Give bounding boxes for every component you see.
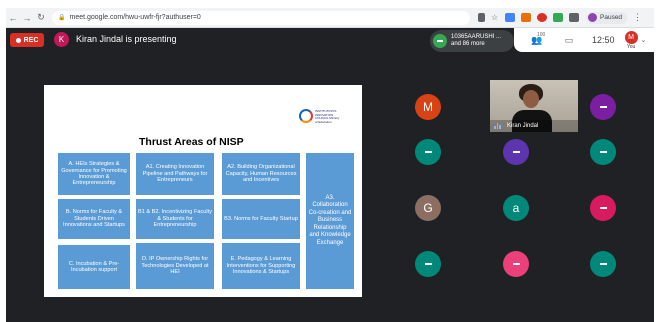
participant-avatar[interactable] xyxy=(590,195,616,221)
participant-avatar[interactable] xyxy=(590,251,616,277)
video-name-label: Kiran Jindal xyxy=(490,120,578,132)
forward-arrow-icon[interactable]: → xyxy=(20,13,34,23)
meet-top-bar: REC K Kiran Jindal is presenting 10365AA… xyxy=(6,28,654,52)
meet-area: REC K Kiran Jindal is presenting 10365AA… xyxy=(6,28,654,322)
rec-label: REC xyxy=(23,36,39,44)
recording-badge: REC xyxy=(10,33,44,47)
participant-avatar[interactable] xyxy=(590,94,616,120)
extension-icon[interactable] xyxy=(505,13,515,22)
self-avatar[interactable]: M You xyxy=(624,30,638,50)
participant-avatar xyxy=(433,34,447,48)
profile-paused-button[interactable]: Paused xyxy=(586,11,628,24)
logo-text: INSTITUTION'S INNOVATION COUNCIL Ministr… xyxy=(315,109,340,124)
participant-avatar[interactable]: G xyxy=(415,195,441,221)
reload-icon[interactable]: ↻ xyxy=(34,12,48,23)
paused-label: Paused xyxy=(600,14,623,21)
pill-line1: 10365AARUSHI ... xyxy=(451,34,502,40)
self-label: You xyxy=(626,43,636,50)
video-person-face xyxy=(523,90,539,108)
participant-placeholder-icon xyxy=(512,263,520,265)
participant-initial: G xyxy=(423,201,433,215)
meet-tray: 👥 100 ▭ 12:50 M You ⌄ xyxy=(514,28,654,52)
presenter-avatar: K xyxy=(54,32,69,47)
avatar xyxy=(588,13,597,22)
extension-icon[interactable] xyxy=(521,13,531,22)
participant-placeholder-icon xyxy=(599,263,607,265)
browser-toolbar: ← → ↻ 🔒 meet.google.com/hwu-uwfr-fjr?aut… xyxy=(6,8,654,28)
browser-window: ← → ↻ 🔒 meet.google.com/hwu-uwfr-fjr?aut… xyxy=(0,0,658,322)
thrust-box: B3. Norms for Faculty Startup xyxy=(222,199,300,239)
video-name: Kiran Jindal xyxy=(507,123,539,129)
iic-logo: INSTITUTION'S INNOVATION COUNCIL Ministr… xyxy=(299,109,340,133)
lock-icon[interactable]: 🔒 xyxy=(58,14,65,21)
people-count: 100 xyxy=(537,31,546,38)
meet-bottom-bar xyxy=(6,304,654,322)
logo-ring xyxy=(299,109,313,123)
participant-placeholder-icon xyxy=(599,106,607,108)
thrust-box: B. Norms for Faculty & Students Driven I… xyxy=(58,199,130,239)
thrust-box: A. HEIs Strategies & Governance for Prom… xyxy=(58,153,130,195)
meeting-clock: 12:50 xyxy=(592,35,615,45)
thrust-box: D. IP Ownership Rights for Technologies … xyxy=(136,243,214,289)
back-arrow-icon[interactable]: ← xyxy=(6,13,20,23)
participant-avatar[interactable] xyxy=(590,139,616,165)
presenting-text: Kiran Jindal is presenting xyxy=(76,34,177,44)
participant-avatar[interactable] xyxy=(415,139,441,165)
participant-avatar[interactable]: a xyxy=(503,195,529,221)
participant-initial: a xyxy=(512,201,520,215)
audio-level-icon xyxy=(494,123,501,129)
url-text: meet.google.com/hwu-uwfr-fjr?authuser=0 xyxy=(69,14,201,21)
participants-pill[interactable]: 10365AARUSHI ... and 86 more xyxy=(430,30,514,52)
participant-avatar[interactable] xyxy=(503,139,529,165)
record-dot-icon xyxy=(15,37,21,43)
participant-avatar[interactable]: M xyxy=(415,94,441,120)
address-bar[interactable]: 🔒 meet.google.com/hwu-uwfr-fjr?authuser=… xyxy=(52,10,470,25)
camera-icon[interactable] xyxy=(478,13,485,22)
star-icon[interactable]: ☆ xyxy=(491,13,499,22)
extension-icon[interactable] xyxy=(553,13,563,22)
participant-avatar[interactable] xyxy=(415,251,441,277)
thrust-box: A2. Building Organizational Capacity, Hu… xyxy=(222,153,300,195)
pill-text: 10365AARUSHI ... and 86 more xyxy=(451,34,501,48)
chat-icon[interactable]: ▭ xyxy=(560,35,578,46)
chevron-down-icon[interactable]: ⌄ xyxy=(641,36,647,44)
extension-icon[interactable] xyxy=(537,13,547,22)
participant-placeholder-icon xyxy=(512,151,520,153)
participant-initial: M xyxy=(423,100,433,114)
participant-avatar[interactable] xyxy=(503,251,529,277)
puzzle-icon[interactable] xyxy=(569,13,579,22)
participant-placeholder-icon xyxy=(424,263,432,265)
thrust-box: C. Incubation & Pre- Incubation support xyxy=(58,245,130,289)
presentation-slide: INSTITUTION'S INNOVATION COUNCIL Ministr… xyxy=(44,85,362,297)
participant-video-tile[interactable]: Kiran Jindal xyxy=(490,80,578,132)
thrust-box: E. Pedagogy & Learning Interventions for… xyxy=(222,243,300,289)
self-avatar-initial: M xyxy=(624,30,638,44)
participant-placeholder-icon xyxy=(599,151,607,153)
pill-line2: and 86 more xyxy=(451,41,485,47)
participant-placeholder-icon xyxy=(424,151,432,153)
participant-placeholder-icon xyxy=(599,207,607,209)
more-vert-icon[interactable]: ⋮ xyxy=(633,12,642,23)
thrust-box: A1. Creating Innovation Pipeline and Pat… xyxy=(136,153,214,195)
slide-title: Thrust Areas of NISP xyxy=(139,136,244,148)
people-icon[interactable]: 👥 100 xyxy=(528,31,546,46)
thrust-box: B1 & B2. Incentivizing Faculty & Student… xyxy=(136,199,214,239)
thrust-box: A3. Collaboration Co-creation and Busine… xyxy=(306,153,354,289)
